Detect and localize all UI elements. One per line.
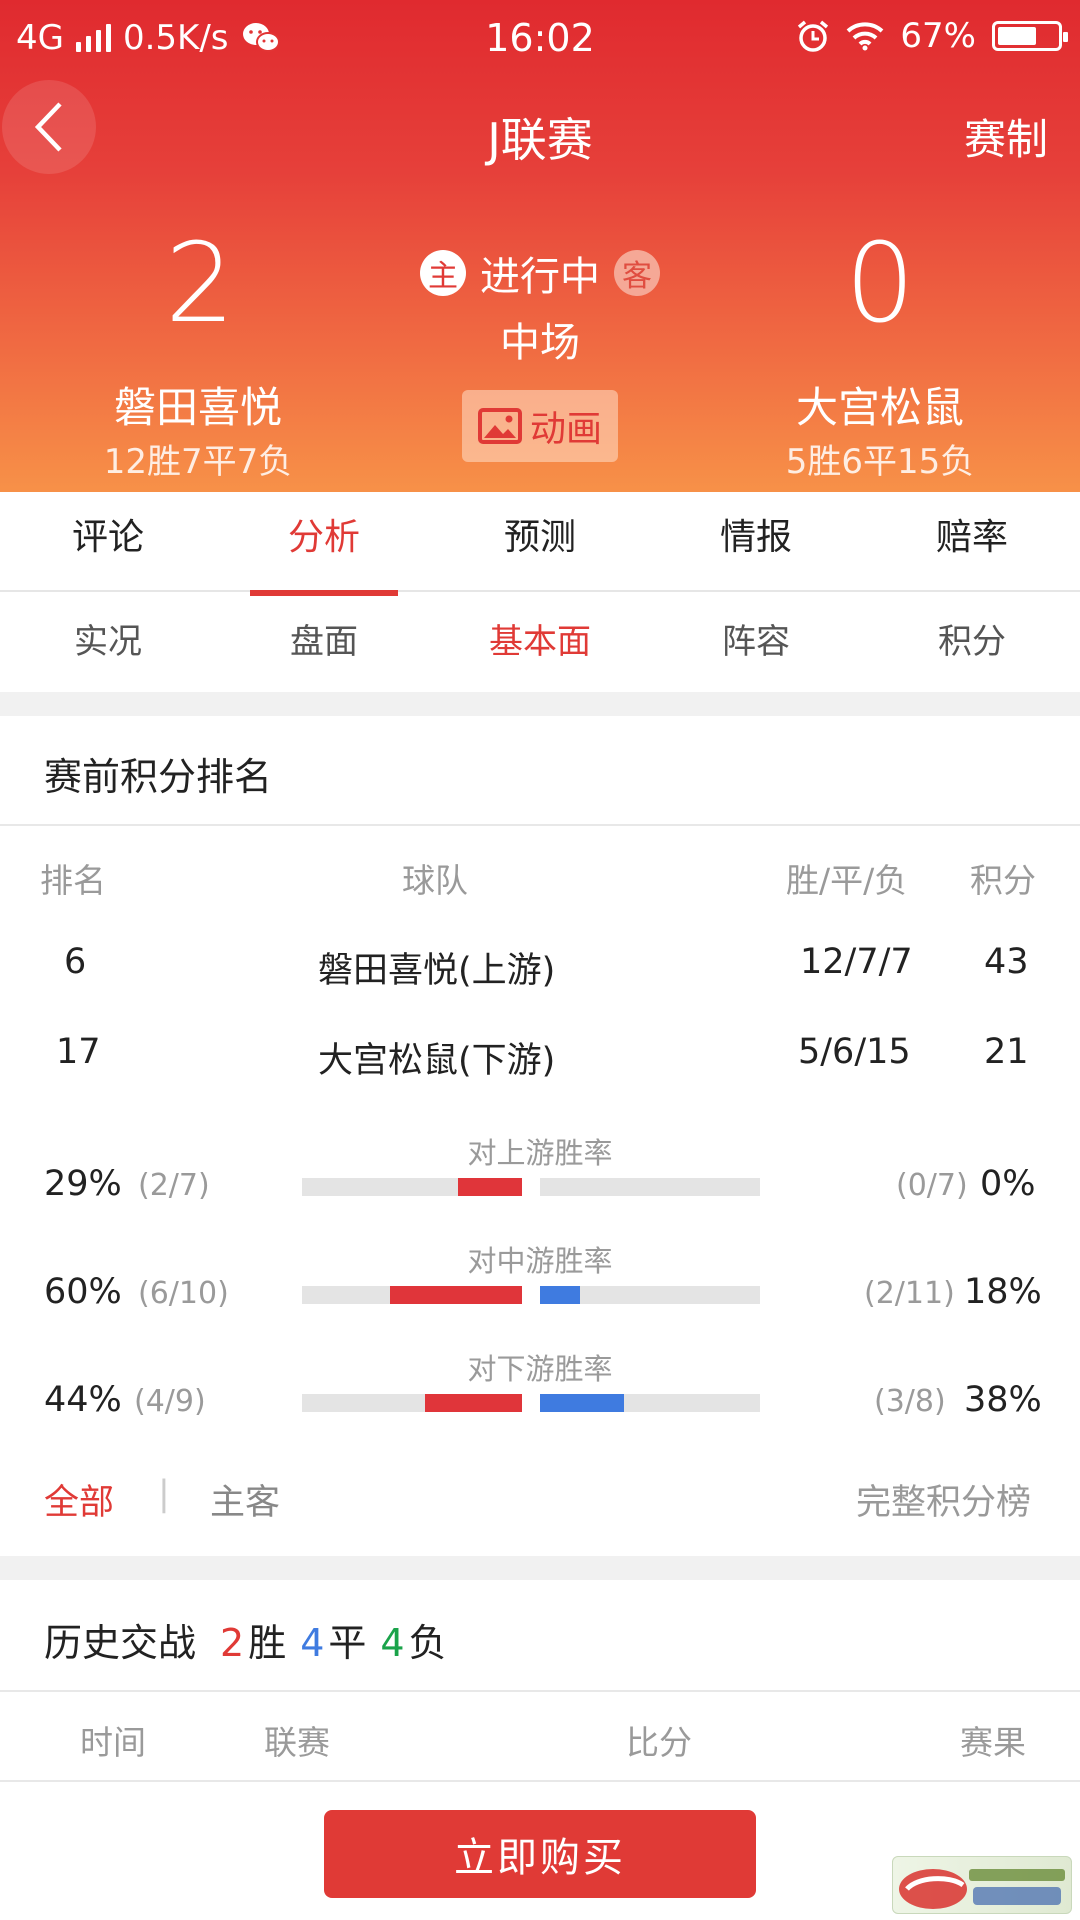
buy-now-button[interactable]: 立即购买 [324,1810,756,1898]
home-rate: 29% [44,1164,122,1204]
section-divider [0,1556,1080,1580]
away-rate: 18% [964,1272,1042,1312]
points-cell: 21 [984,1032,1029,1072]
match-period: 中场 [500,320,580,366]
wdl-cell: 5/6/15 [798,1032,911,1072]
standings-title: 赛前积分排名 [44,755,273,799]
subtab-standings[interactable]: 积分 [864,594,1080,690]
header-result: 赛果 [960,1723,1026,1762]
home-rate-bar [302,1394,522,1412]
away-rate-fill [540,1394,624,1412]
header-time: 时间 [80,1723,146,1762]
watermark-logo [892,1856,1072,1914]
filter-separator: | [158,1474,170,1514]
history-loss-label: 负 [408,1621,447,1665]
away-rate-fraction: (0/7) [896,1168,968,1203]
history-title-row: 历史交战 2 胜 4 平 4 负 [44,1612,447,1667]
away-tag: 客 [614,250,660,296]
battery-percent: 67% [900,16,976,56]
divider [0,1780,1080,1782]
history-draw-label: 平 [328,1621,367,1665]
away-rate-bar [540,1178,760,1196]
divider [0,824,1080,826]
animation-button[interactable]: 动画 [462,390,618,462]
match-header: 4G 0.5K/s 16:02 67% J联赛 赛制 2 0 主 进行中 客 中… [0,0,1080,492]
away-rate-fraction: (3/8) [874,1384,946,1419]
home-rate-fraction: (6/10) [138,1276,229,1311]
app-root: 4G 0.5K/s 16:02 67% J联赛 赛制 2 0 主 进行中 客 中… [0,0,1080,1920]
away-rate-fraction: (2/11) [864,1276,955,1311]
subtab-live[interactable]: 实况 [0,594,216,690]
rate-label: 对中游胜率 [467,1244,613,1278]
home-rate-fraction: (2/7) [138,1168,210,1203]
header-score: 比分 [626,1723,692,1762]
image-icon [477,408,522,444]
away-team-name[interactable]: 大宫松鼠 [700,374,1060,435]
away-rate-fill [540,1286,580,1304]
team-cell: 磐田喜悦(上游) [318,951,556,991]
tab-odds[interactable]: 赔率 [864,492,1080,590]
header-team: 球队 [402,861,468,900]
animation-label: 动画 [529,409,602,450]
rules-button[interactable]: 赛制 [964,106,1048,167]
header-points: 积分 [970,861,1036,900]
home-rate: 60% [44,1272,122,1312]
page-title: J联赛 [487,113,593,167]
home-rate-fill [390,1286,522,1304]
subtab-lineup[interactable]: 阵容 [648,594,864,690]
match-status: 进行中 [480,254,600,300]
tab-comments[interactable]: 评论 [0,492,216,590]
home-tag: 主 [420,250,466,296]
header-league: 联赛 [264,1723,330,1762]
home-rate-bar [302,1178,522,1196]
history-title: 历史交战 [44,1621,197,1665]
tab-analysis[interactable]: 分析 [216,492,432,596]
away-rate-bar [540,1286,760,1304]
points-cell: 43 [984,942,1029,982]
wdl-cell: 12/7/7 [800,942,913,982]
home-rate: 44% [44,1380,122,1420]
history-draws: 4 [300,1621,325,1665]
home-rate-bar [302,1286,522,1304]
battery-icon [992,21,1068,51]
divider [0,1690,1080,1692]
filter-home-away[interactable]: 主客 [210,1474,280,1525]
rank-cell: 17 [56,1032,101,1072]
home-rate-fill [458,1178,522,1196]
team-cell: 大宫松鼠(下游) [318,1041,556,1081]
header-wdl: 胜/平/负 [786,861,908,900]
sub-tabs: 实况 盘面 基本面 阵容 积分 [0,594,1080,690]
rate-label: 对下游胜率 [467,1352,613,1386]
match-status-row: 主 进行中 客 [0,244,1080,302]
full-standings-link[interactable]: 完整积分榜 [856,1474,1031,1525]
alarm-icon [798,20,829,52]
home-team-name[interactable]: 磐田喜悦 [18,374,378,435]
section-divider [0,692,1080,716]
away-rate-bar [540,1394,760,1412]
history-wins: 2 [220,1621,245,1665]
away-rate: 38% [964,1380,1042,1420]
history-win-label: 胜 [248,1621,287,1665]
subtab-handicap[interactable]: 盘面 [216,594,432,690]
tab-intel[interactable]: 情报 [648,492,864,590]
history-losses: 4 [380,1621,405,1665]
away-rate: 0% [980,1164,1036,1204]
home-rate-fill [425,1394,522,1412]
wifi-icon [847,22,884,51]
home-team-record: 12胜7平7负 [103,442,293,482]
rate-label: 对上游胜率 [467,1136,613,1170]
system-icons: 67% [796,16,1068,56]
header-rank: 排名 [40,861,106,900]
filter-all[interactable]: 全部 [44,1474,114,1525]
main-tabs: 评论 分析 预测 情报 赔率 [0,492,1080,596]
subtab-fundamentals[interactable]: 基本面 [432,594,648,690]
status-bar: 4G 0.5K/s 16:02 67% [0,0,1080,72]
home-rate-fraction: (4/9) [134,1384,206,1419]
rank-cell: 6 [64,942,87,982]
away-team-record: 5胜6平15负 [785,442,975,482]
tab-prediction[interactable]: 预测 [432,492,648,590]
